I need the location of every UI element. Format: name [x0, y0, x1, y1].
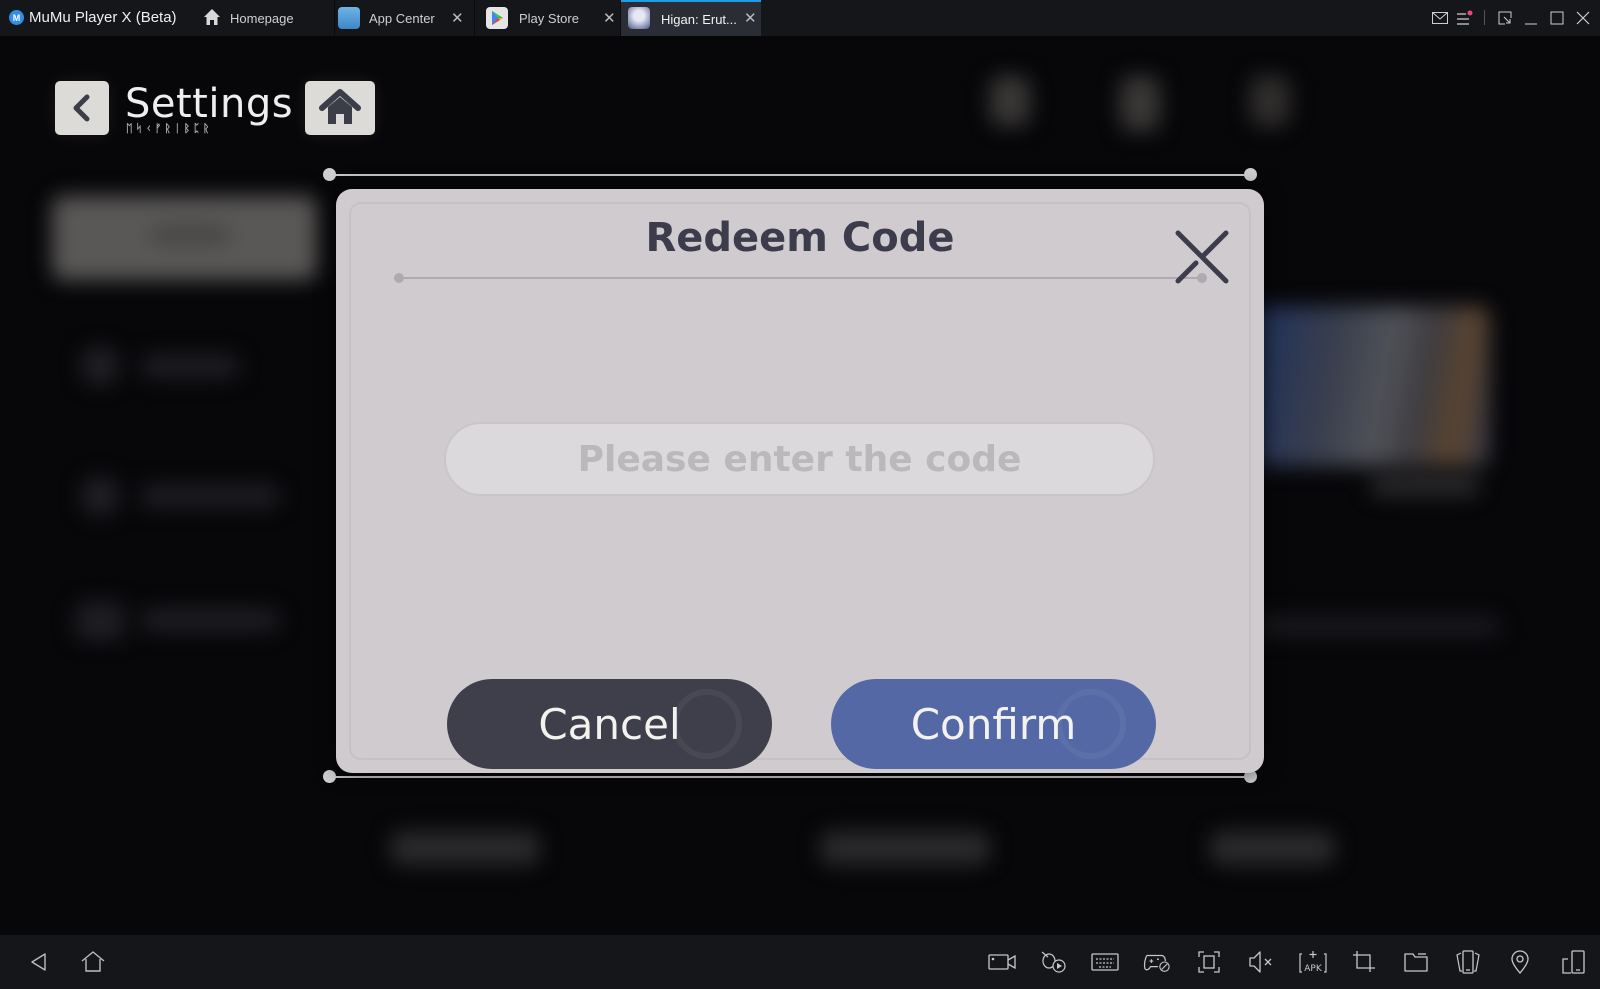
minimize-icon[interactable] — [1521, 8, 1541, 28]
tab-label: App Center — [369, 10, 435, 26]
close-tab-icon[interactable]: ✕ — [603, 9, 616, 27]
confirm-label: Confirm — [910, 699, 1077, 749]
screen-record-icon[interactable] — [988, 949, 1016, 975]
game-screen: Settings ᛖᛋᚲᚠᚱᛁᛒᛈᚱ Redeem Code Cancel Co… — [0, 36, 1600, 935]
install-apk-icon[interactable]: APK — [1298, 949, 1328, 975]
tab-play-store[interactable]: Play Store ✕ — [475, 0, 620, 36]
blurred-icon — [80, 476, 120, 516]
app-center-icon — [338, 7, 360, 29]
blurred-text — [1370, 476, 1480, 496]
home-button[interactable] — [305, 81, 375, 135]
home-icon[interactable] — [79, 949, 107, 975]
close-tab-icon[interactable]: ✕ — [451, 9, 464, 27]
blurred-text — [140, 608, 280, 632]
keyboard-icon[interactable] — [1091, 949, 1119, 975]
button-decoration — [672, 689, 742, 759]
blurred-banner — [1250, 306, 1490, 466]
shared-folder-icon[interactable] — [1402, 949, 1430, 975]
page-title: Settings — [125, 81, 294, 127]
blurred-button — [1210, 831, 1335, 865]
divider — [1484, 10, 1485, 25]
bottom-toolbar: APK — [0, 935, 1600, 989]
app-title: MuMu Player X (Beta) — [29, 9, 177, 26]
menu-icon[interactable] — [1455, 8, 1475, 28]
chevron-left-icon — [73, 94, 90, 122]
mail-icon[interactable] — [1430, 8, 1450, 28]
title-divider — [398, 277, 1201, 279]
maximize-icon[interactable] — [1547, 8, 1567, 28]
crop-screenshot-icon[interactable] — [1350, 949, 1378, 975]
confirm-button[interactable]: Confirm — [831, 679, 1156, 769]
shake-icon[interactable] — [1454, 949, 1482, 975]
home-icon — [203, 8, 221, 26]
redeem-code-input[interactable] — [444, 422, 1155, 496]
mumu-logo-icon: M — [9, 10, 24, 25]
page-subtitle-runes: ᛖᛋᚲᚠᚱᛁᛒᛈᚱ — [126, 122, 213, 135]
back-icon[interactable] — [25, 949, 53, 975]
dialog-frame-top-line — [329, 174, 1251, 176]
frame-dot — [323, 770, 336, 783]
frame-dot — [323, 168, 336, 181]
blurred-icon — [1250, 76, 1290, 126]
blurred-text — [140, 484, 280, 508]
multi-instance-icon[interactable] — [1560, 949, 1588, 975]
tab-app-center[interactable]: App Center ✕ — [335, 0, 474, 36]
tab-homepage[interactable]: Homepage — [200, 0, 334, 36]
close-window-icon[interactable] — [1573, 8, 1593, 28]
close-icon — [1175, 230, 1229, 284]
game-avatar-icon — [628, 7, 650, 29]
blurred-button — [390, 831, 540, 865]
svg-text:APK: APK — [1304, 964, 1323, 974]
play-store-icon — [486, 7, 508, 29]
blurred-icon — [990, 76, 1030, 126]
blurred-icon — [75, 601, 125, 641]
back-button[interactable] — [55, 81, 109, 135]
gamepad-icon[interactable] — [1143, 949, 1171, 975]
blurred-button — [820, 831, 990, 865]
close-dialog-button[interactable] — [1174, 229, 1230, 285]
operation-record-icon[interactable] — [1040, 949, 1068, 975]
blurred-text — [1250, 616, 1500, 636]
title-bar: M MuMu Player X (Beta) Homepage App Cent… — [0, 0, 1600, 36]
blurred-text — [150, 226, 230, 244]
tab-label: Higan: Erut... — [661, 11, 737, 27]
cancel-button[interactable]: Cancel — [447, 679, 772, 769]
close-tab-icon[interactable]: ✕ — [744, 9, 757, 27]
blurred-icon — [1120, 76, 1160, 131]
blurred-text — [140, 354, 240, 378]
cancel-label: Cancel — [538, 699, 681, 749]
dialog-frame-bottom-line — [329, 776, 1251, 778]
divider-dot — [394, 273, 404, 283]
dialog-title: Redeem Code — [645, 215, 955, 261]
restore-window-icon[interactable] — [1495, 8, 1515, 28]
tab-higan-eruthyll[interactable]: Higan: Erut... ✕ — [621, 0, 761, 36]
home-icon — [319, 89, 361, 124]
redeem-code-dialog: Redeem Code Cancel Confirm — [336, 189, 1264, 773]
tab-label: Play Store — [519, 10, 579, 26]
tab-label: Homepage — [230, 10, 294, 26]
blurred-icon — [80, 346, 120, 386]
fullscreen-icon[interactable] — [1195, 949, 1223, 975]
location-icon[interactable] — [1506, 949, 1534, 975]
mute-icon[interactable] — [1247, 949, 1275, 975]
frame-dot — [1244, 168, 1257, 181]
